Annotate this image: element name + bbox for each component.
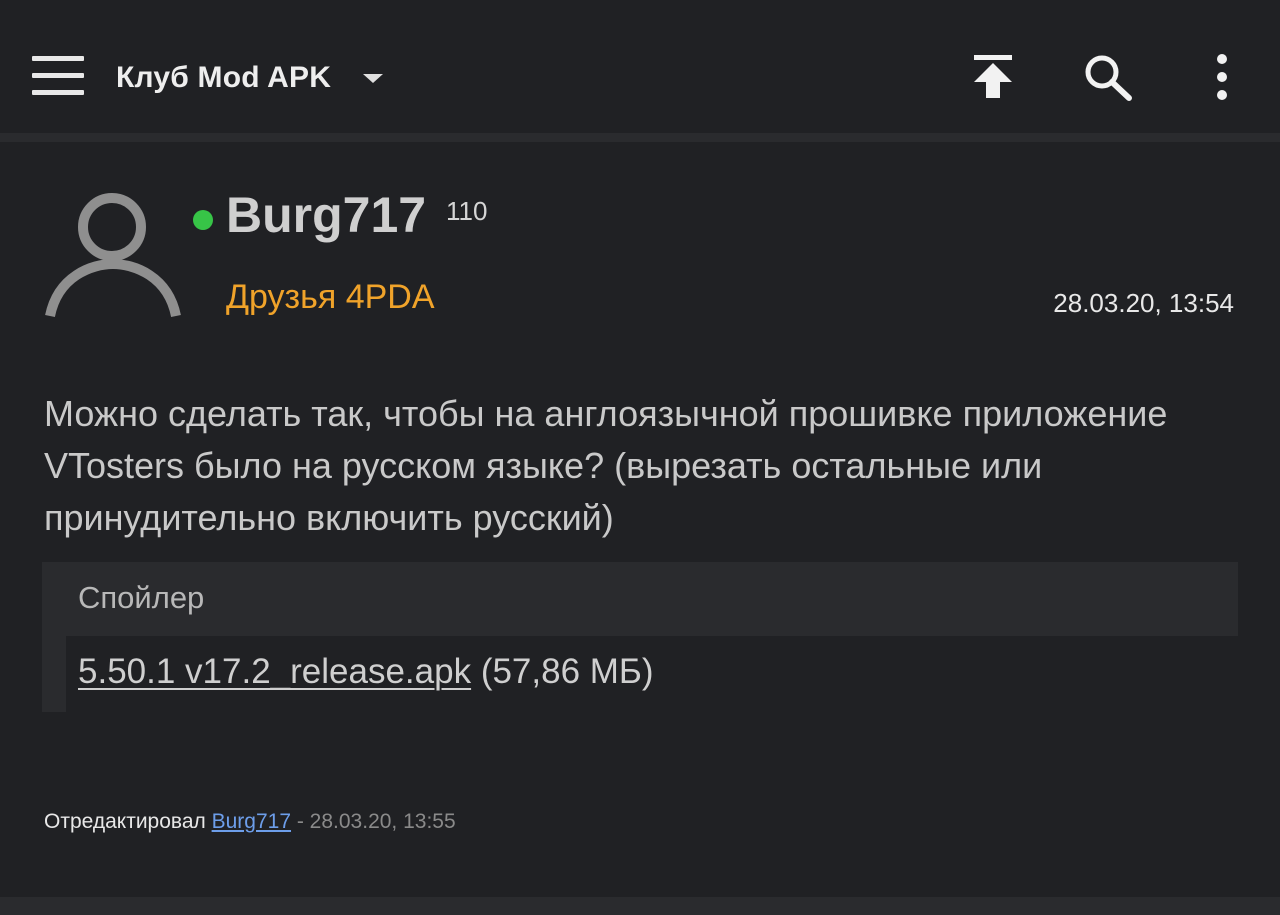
online-status-indicator (193, 210, 213, 230)
avatar[interactable] (44, 190, 182, 320)
menu-icon-line (32, 90, 84, 95)
scroll-top-button[interactable] (966, 50, 1020, 104)
chevron-down-icon (363, 73, 384, 83)
author-name[interactable]: Burg717 (226, 186, 426, 244)
search-button[interactable] (1080, 50, 1134, 104)
post-container: Burg717 110 Друзья 4PDA 28.03.20, 13:54 … (0, 142, 1280, 897)
post-divider (0, 897, 1280, 915)
app-bar-divider (0, 133, 1280, 142)
edited-by-link[interactable]: Burg717 (212, 810, 291, 833)
post-date: 28.03.20, 13:54 (1053, 288, 1234, 318)
attachment-link[interactable]: 5.50.1 v17.2_release.apk (78, 652, 471, 691)
menu-button[interactable] (30, 56, 86, 96)
more-vert-icon (1217, 54, 1227, 100)
default-user-icon (45, 193, 181, 318)
search-icon (1085, 55, 1132, 101)
forum-title-dropdown[interactable]: Клуб Mod APK (116, 56, 384, 100)
edited-label: Отредактировал (44, 810, 206, 833)
menu-icon (32, 56, 84, 61)
menu-icon-line (32, 73, 84, 78)
spoiler-content: 5.50.1 v17.2_release.apk (57,86 МБ) (66, 636, 1238, 712)
more-options-button[interactable] (1196, 50, 1248, 104)
scroll-top-icon (974, 55, 1012, 98)
author-group: Друзья 4PDA (226, 278, 435, 316)
attachment: 5.50.1 v17.2_release.apk (57,86 МБ) (78, 652, 654, 692)
app-bar: Клуб Mod APK (0, 0, 1280, 133)
edit-info: Отредактировал Burg717 - 28.03.20, 13:55 (44, 810, 456, 834)
forum-title: Клуб Mod APK (116, 61, 332, 94)
spoiler-block: Спойлер 5.50.1 v17.2_release.apk (57,86 … (42, 562, 1238, 712)
author-reputation[interactable]: 110 (446, 196, 487, 227)
edited-date: - 28.03.20, 13:55 (296, 810, 456, 833)
post-text: Можно сделать так, чтобы на англоязычной… (44, 393, 1168, 538)
attachment-size: (57,86 МБ) (480, 652, 654, 691)
spoiler-toggle[interactable]: Спойлер (78, 580, 204, 616)
